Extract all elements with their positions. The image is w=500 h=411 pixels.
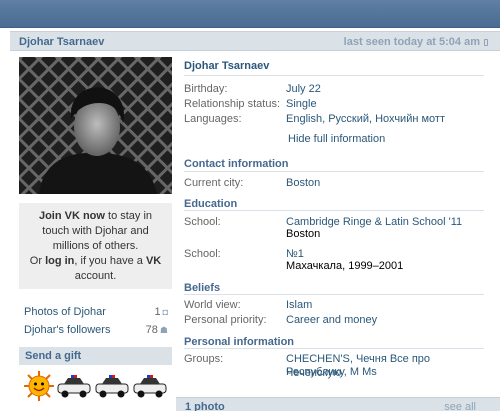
profile-name: Djohar Tsarnaev [184,60,270,72]
world-view-label: World view: [184,299,241,311]
police-car-gift-icon[interactable] [57,370,91,402]
relationship-value[interactable]: Single [286,97,317,111]
birthday-value[interactable]: July 22 [286,82,321,96]
last-seen: last seen today at 5:04 am [344,36,488,48]
or-text: Or [29,255,46,267]
profile-photo-image [19,57,172,194]
divider [184,171,484,172]
sun-gift-icon[interactable] [23,370,55,402]
login-text: , if you have a [74,255,146,267]
photos-count: 1 [154,306,161,318]
photos-footer: 1 photo see all [176,397,500,411]
profile-photo[interactable] [19,57,172,194]
account-text: account. [74,270,117,282]
beliefs-section-title: Beliefs [184,282,221,294]
school-2-label: School: [184,248,221,260]
city-label: Current city: [184,177,244,189]
groups-label: Groups: [184,353,224,365]
followers-link[interactable]: Djohar's followers 78 ☗ [24,324,172,340]
profile-header: Djohar Tsarnaev last seen today at 5:04 … [10,31,500,51]
vk-label: VK [145,255,162,267]
mobile-icon [484,39,488,46]
gift-list [23,370,173,402]
police-car-gift-icon[interactable] [133,370,167,402]
police-car-gift-icon[interactable] [95,370,129,402]
divider [184,294,484,295]
top-bar [0,0,500,28]
join-vk-link[interactable]: Join VK now [39,210,105,222]
camera-icon: ◘ [162,307,168,317]
photos-count-group: 1 ◘ [154,306,168,318]
join-vk-box: Join VK now to stay in touch with Djohar… [19,203,172,289]
send-gift-header[interactable]: Send a gift [19,347,172,365]
photos-of-link[interactable]: Photos of Djohar 1 ◘ [24,306,172,322]
login-link[interactable]: log in [45,255,74,267]
groups-value-line-2[interactable]: Республику, M Ms [286,365,377,379]
last-seen-text: last seen today at 5:04 am [343,36,480,48]
relationship-label: Relationship status: [184,98,280,110]
followers-count-group: 78 ☗ [146,324,168,336]
header-name: Djohar Tsarnaev [19,36,105,48]
hide-full-info-link[interactable]: Hide full information [288,133,385,145]
education-section-title: Education [184,198,238,210]
world-view-value[interactable]: Islam [286,298,312,312]
divider [184,210,484,211]
school-1-label: School: [184,216,221,228]
divider [184,348,484,349]
send-gift-title: Send a gift [25,350,82,362]
birthday-label: Birthday: [184,83,228,95]
see-all-link[interactable]: see all [444,401,476,411]
languages-value[interactable]: English, Русский, Нохчийн мотт [286,112,445,126]
school-1-city: Boston [286,228,321,240]
personal-section-title: Personal information [184,336,295,348]
followers-label: Djohar's followers [24,324,111,336]
languages-label: Languages: [184,113,242,125]
photos-of-label: Photos of Djohar [24,306,106,318]
city-value[interactable]: Boston [286,176,320,190]
divider [184,75,484,76]
people-icon: ☗ [159,325,168,335]
followers-count: 78 [145,324,158,336]
personal-priority-label: Personal priority: [184,314,267,326]
personal-priority-value[interactable]: Career and money [286,313,377,327]
photos-count-title[interactable]: 1 photo [185,401,225,411]
school-2-detail: Махачкала, 1999–2001 [286,260,404,272]
contact-section-title: Contact information [184,158,289,170]
